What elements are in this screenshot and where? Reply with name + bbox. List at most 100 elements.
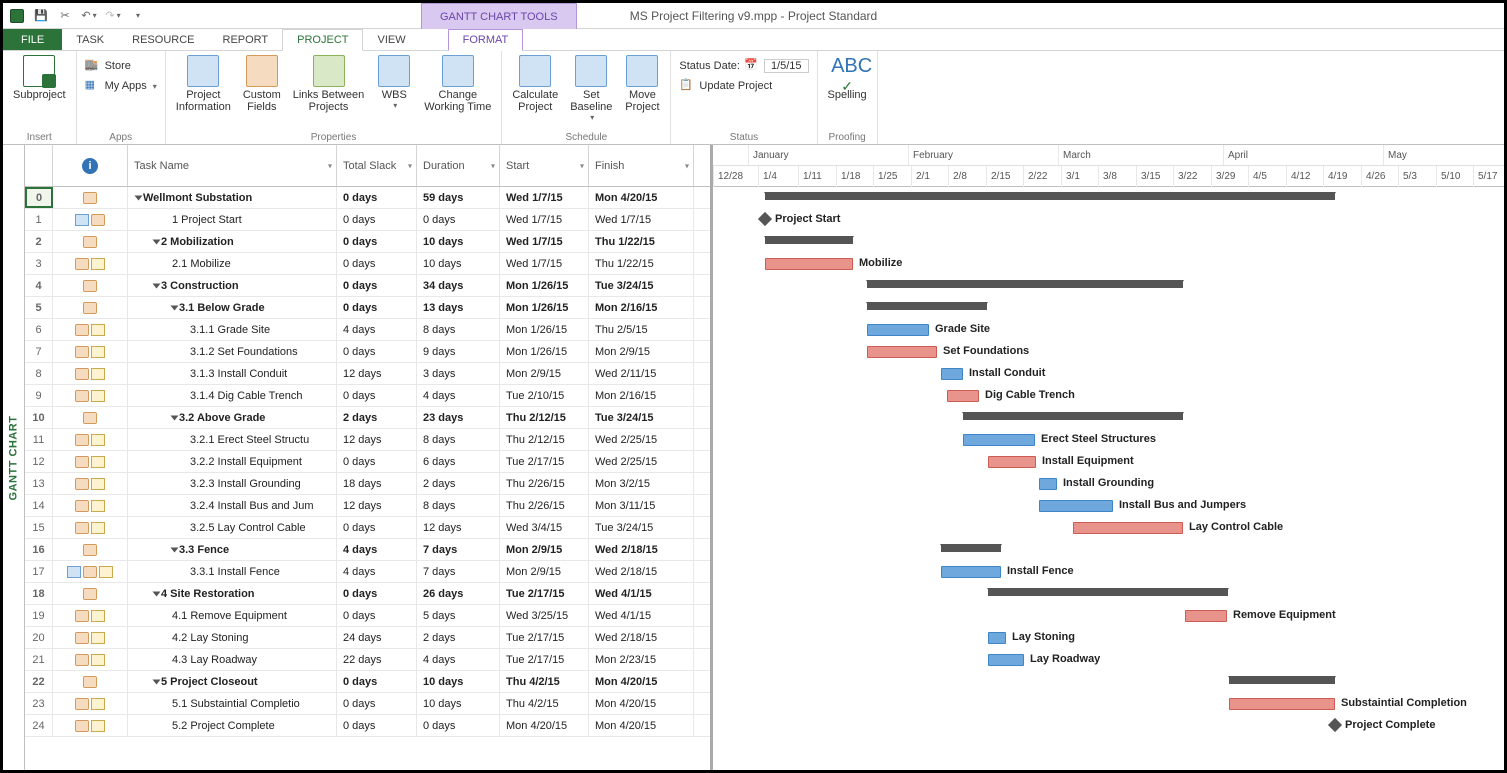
table-row[interactable]: 184 Site Restoration0 days26 daysTue 2/1… [25, 583, 710, 605]
finish-cell[interactable]: Thu 1/22/15 [589, 253, 694, 274]
slack-cell[interactable]: 22 days [337, 649, 417, 670]
task-name-cell[interactable]: 4 Site Restoration [128, 583, 337, 604]
gantt-task-bar[interactable] [867, 324, 929, 336]
duration-cell[interactable]: 34 days [417, 275, 500, 296]
collapse-icon[interactable] [171, 305, 179, 310]
start-cell[interactable]: Thu 4/2/15 [500, 693, 589, 714]
slack-cell[interactable]: 0 days [337, 253, 417, 274]
row-number-cell[interactable]: 8 [25, 363, 53, 384]
collapse-icon[interactable] [171, 547, 179, 552]
col-header-task-name[interactable]: Task Name▾ [128, 145, 337, 186]
finish-cell[interactable]: Wed 1/7/15 [589, 209, 694, 230]
table-row[interactable]: 225 Project Closeout0 days10 daysThu 4/2… [25, 671, 710, 693]
start-cell[interactable]: Wed 3/25/15 [500, 605, 589, 626]
finish-cell[interactable]: Wed 2/25/15 [589, 451, 694, 472]
gantt-task-bar[interactable] [1073, 522, 1183, 534]
gantt-task-bar[interactable] [1039, 478, 1057, 490]
finish-cell[interactable]: Mon 3/11/15 [589, 495, 694, 516]
tab-report[interactable]: REPORT [209, 29, 283, 50]
slack-cell[interactable]: 0 days [337, 231, 417, 252]
task-name-cell[interactable]: 3.1 Below Grade [128, 297, 337, 318]
table-row[interactable]: 153.2.5 Lay Control Cable0 days12 daysWe… [25, 517, 710, 539]
move-project-button[interactable]: Move Project [620, 53, 664, 115]
col-header-finish[interactable]: Finish▾ [589, 145, 694, 186]
slack-cell[interactable]: 0 days [337, 341, 417, 362]
dropdown-icon[interactable]: ▾ [685, 161, 689, 170]
slack-cell[interactable]: 24 days [337, 627, 417, 648]
finish-cell[interactable]: Mon 2/16/15 [589, 297, 694, 318]
table-row[interactable]: 32.1 Mobilize0 days10 daysWed 1/7/15Thu … [25, 253, 710, 275]
tab-file[interactable]: FILE [3, 29, 62, 50]
finish-cell[interactable]: Wed 2/18/15 [589, 539, 694, 560]
start-cell[interactable]: Wed 1/7/15 [500, 231, 589, 252]
slack-cell[interactable]: 0 days [337, 693, 417, 714]
tab-project[interactable]: PROJECT [282, 29, 363, 51]
slack-cell[interactable]: 0 days [337, 385, 417, 406]
table-row[interactable]: 73.1.2 Set Foundations0 days9 daysMon 1/… [25, 341, 710, 363]
row-number-cell[interactable]: 0 [25, 187, 53, 208]
gantt-task-bar[interactable] [988, 456, 1036, 468]
gantt-summary-bar[interactable] [941, 544, 1001, 552]
duration-cell[interactable]: 10 days [417, 253, 500, 274]
finish-cell[interactable]: Tue 3/24/15 [589, 517, 694, 538]
row-number-cell[interactable]: 3 [25, 253, 53, 274]
finish-cell[interactable]: Thu 2/5/15 [589, 319, 694, 340]
gantt-task-bar[interactable] [867, 346, 937, 358]
finish-cell[interactable]: Wed 2/18/15 [589, 627, 694, 648]
task-name-cell[interactable]: 2.1 Mobilize [128, 253, 337, 274]
task-name-cell[interactable]: 3.2.5 Lay Control Cable [128, 517, 337, 538]
finish-cell[interactable]: Tue 3/24/15 [589, 407, 694, 428]
row-number-cell[interactable]: 14 [25, 495, 53, 516]
finish-cell[interactable]: Mon 4/20/15 [589, 693, 694, 714]
row-number-cell[interactable]: 15 [25, 517, 53, 538]
scissors-icon[interactable]: ✂ [57, 8, 73, 24]
links-between-projects-button[interactable]: Links Between Projects [289, 53, 369, 115]
collapse-icon[interactable] [171, 415, 179, 420]
table-row[interactable]: 103.2 Above Grade2 days23 daysThu 2/12/1… [25, 407, 710, 429]
slack-cell[interactable]: 0 days [337, 451, 417, 472]
table-row[interactable]: 214.3 Lay Roadway22 days4 daysTue 2/17/1… [25, 649, 710, 671]
slack-cell[interactable]: 18 days [337, 473, 417, 494]
table-row[interactable]: 194.1 Remove Equipment0 days5 daysWed 3/… [25, 605, 710, 627]
finish-cell[interactable]: Mon 4/20/15 [589, 715, 694, 736]
task-name-cell[interactable]: 3.1.4 Dig Cable Trench [128, 385, 337, 406]
wbs-button[interactable]: WBS▾ [372, 53, 416, 112]
col-header-total-slack[interactable]: Total Slack▾ [337, 145, 417, 186]
duration-cell[interactable]: 0 days [417, 715, 500, 736]
start-cell[interactable]: Mon 2/9/15 [500, 539, 589, 560]
start-cell[interactable]: Thu 2/12/15 [500, 429, 589, 450]
spelling-button[interactable]: ABC✓Spelling [824, 53, 871, 103]
slack-cell[interactable]: 12 days [337, 495, 417, 516]
status-date-control[interactable]: Status Date: 📅 1/5/15 [677, 57, 810, 75]
slack-cell[interactable]: 4 days [337, 539, 417, 560]
finish-cell[interactable]: Thu 1/22/15 [589, 231, 694, 252]
task-name-cell[interactable]: 2 Mobilization [128, 231, 337, 252]
duration-cell[interactable]: 2 days [417, 473, 500, 494]
task-name-cell[interactable]: 1 Project Start [128, 209, 337, 230]
my-apps-button[interactable]: ▦My Apps▾ [83, 77, 159, 95]
row-number-cell[interactable]: 6 [25, 319, 53, 340]
duration-cell[interactable]: 6 days [417, 451, 500, 472]
row-number-cell[interactable]: 22 [25, 671, 53, 692]
table-row[interactable]: 53.1 Below Grade0 days13 daysMon 1/26/15… [25, 297, 710, 319]
collapse-icon[interactable] [135, 195, 143, 200]
table-row[interactable]: 0Wellmont Substation0 days59 daysWed 1/7… [25, 187, 710, 209]
task-name-cell[interactable]: 4.3 Lay Roadway [128, 649, 337, 670]
project-information-button[interactable]: Project Information [172, 53, 235, 115]
gantt-summary-bar[interactable] [765, 192, 1335, 200]
table-row[interactable]: 163.3 Fence4 days7 daysMon 2/9/15Wed 2/1… [25, 539, 710, 561]
col-header-duration[interactable]: Duration▾ [417, 145, 500, 186]
duration-cell[interactable]: 10 days [417, 693, 500, 714]
start-cell[interactable]: Mon 2/9/15 [500, 561, 589, 582]
duration-cell[interactable]: 2 days [417, 627, 500, 648]
task-name-cell[interactable]: 3.1.3 Install Conduit [128, 363, 337, 384]
duration-cell[interactable]: 3 days [417, 363, 500, 384]
start-cell[interactable]: Mon 1/26/15 [500, 297, 589, 318]
start-cell[interactable]: Thu 4/2/15 [500, 671, 589, 692]
row-number-cell[interactable]: 16 [25, 539, 53, 560]
slack-cell[interactable]: 4 days [337, 561, 417, 582]
finish-cell[interactable]: Mon 2/9/15 [589, 341, 694, 362]
gantt-summary-bar[interactable] [765, 236, 853, 244]
table-row[interactable]: 83.1.3 Install Conduit12 days3 daysMon 2… [25, 363, 710, 385]
finish-cell[interactable]: Wed 4/1/15 [589, 605, 694, 626]
